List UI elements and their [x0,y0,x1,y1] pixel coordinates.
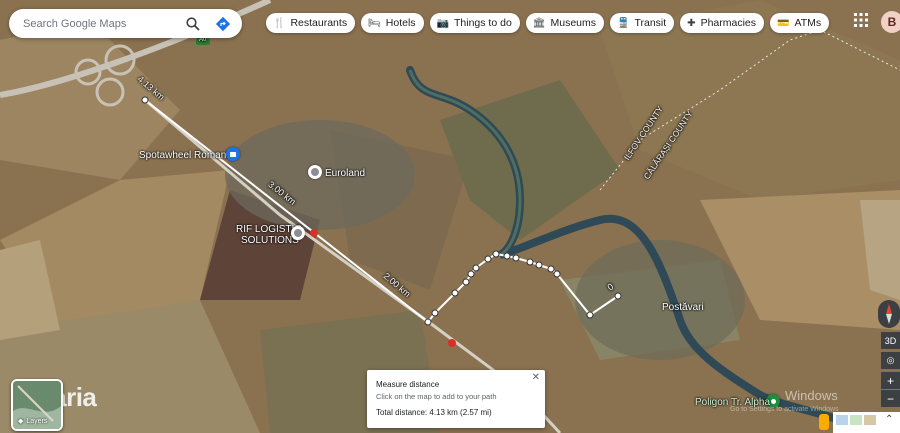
place-spotawheel[interactable]: Spotawheel Romania [139,150,234,161]
place-postavari[interactable]: Postăvari [662,302,704,313]
camera-icon: 📷 [436,17,449,29]
search-input[interactable]: Search Google Maps [23,18,182,30]
imagery-strip[interactable]: ⌃ [819,412,900,433]
chip-label: Transit [634,17,667,29]
avatar[interactable]: B [881,11,900,33]
search-icon[interactable] [182,13,204,35]
museum-icon: 🏛 [532,17,546,29]
imagery-thumb-2[interactable] [850,415,862,425]
hotel-icon: 🛏 [368,17,381,29]
category-chips: 🍴 Restaurants 🛏 Hotels 📷 Things to do 🏛 Muse… [266,13,830,33]
windows-activation-watermark: Windows [785,388,838,403]
layers-label-wrap: ◆ Layers [18,417,47,425]
zoom-in-button[interactable]: + [881,372,900,389]
compass-icon [886,304,892,324]
zoom-out-button[interactable]: − [881,390,900,407]
tilt-3d-button[interactable]: 3D [881,332,900,349]
pin-rif[interactable] [291,226,305,240]
expand-icon[interactable]: ⌃ [885,414,893,425]
directions-icon[interactable] [212,13,234,35]
chip-label: Museums [550,17,597,29]
chip-museums[interactable]: 🏛 Museums [525,13,605,33]
apps-grid-icon[interactable] [853,12,869,28]
layers-icon: ◆ [18,418,24,425]
map-imagery [0,0,900,433]
restaurant-icon: 🍴 [273,17,286,29]
park-icon [770,398,776,404]
imagery-thumb-3[interactable] [864,415,876,425]
atm-icon: 💳 [777,17,790,29]
chip-label: Pharmacies [700,17,757,29]
place-icon [311,168,319,176]
measure-title: Measure distance [376,380,440,389]
measure-hint: Click on the map to add to your path [376,392,497,401]
search-box: Search Google Maps [9,9,242,38]
chip-label: ATMs [794,17,822,29]
pin-euroland[interactable] [308,165,322,179]
chip-label: Things to do [454,17,512,29]
windows-activation-subtext: Go to Settings to activate Windows [730,406,839,413]
pharmacy-icon: ✚ [687,17,696,29]
chip-atms[interactable]: 💳 ATMs [770,13,830,33]
measure-distance-card: Measure distance Click on the map to add… [367,370,545,428]
compass-control[interactable] [878,300,900,328]
chip-pharmacies[interactable]: ✚ Pharmacies [680,13,765,33]
pegman-icon[interactable] [819,414,829,430]
place-euroland[interactable]: Euroland [325,168,365,179]
chip-transit[interactable]: 🚆 Transit [610,13,675,33]
chip-restaurants[interactable]: 🍴 Restaurants [266,13,356,33]
imagery-thumb-1[interactable] [836,415,848,425]
chip-label: Restaurants [290,17,348,29]
shop-icon [230,151,236,157]
transit-icon: 🚆 [617,17,630,29]
place-icon [294,229,302,237]
close-icon[interactable]: ✕ [532,372,540,383]
place-rif-line2[interactable]: SOLUTIONS [241,235,299,246]
measure-total-distance: Total distance: 4.13 km (2.57 mi) [376,408,492,417]
chip-things-to-do[interactable]: 📷 Things to do [429,13,520,33]
pin-spotawheel[interactable] [226,147,240,161]
my-location-button[interactable]: ◎ [881,352,900,369]
satellite-map[interactable]: A0 4.13 km 3.00 km 2.00 km 0 ILFOV COUNT… [0,0,900,433]
chip-label: Hotels [385,17,416,29]
my-location-icon: ◎ [886,355,895,365]
chip-hotels[interactable]: 🛏 Hotels [361,13,424,33]
layers-label: Layers [26,418,48,425]
layers-button[interactable]: ◆ Layers [11,379,63,431]
